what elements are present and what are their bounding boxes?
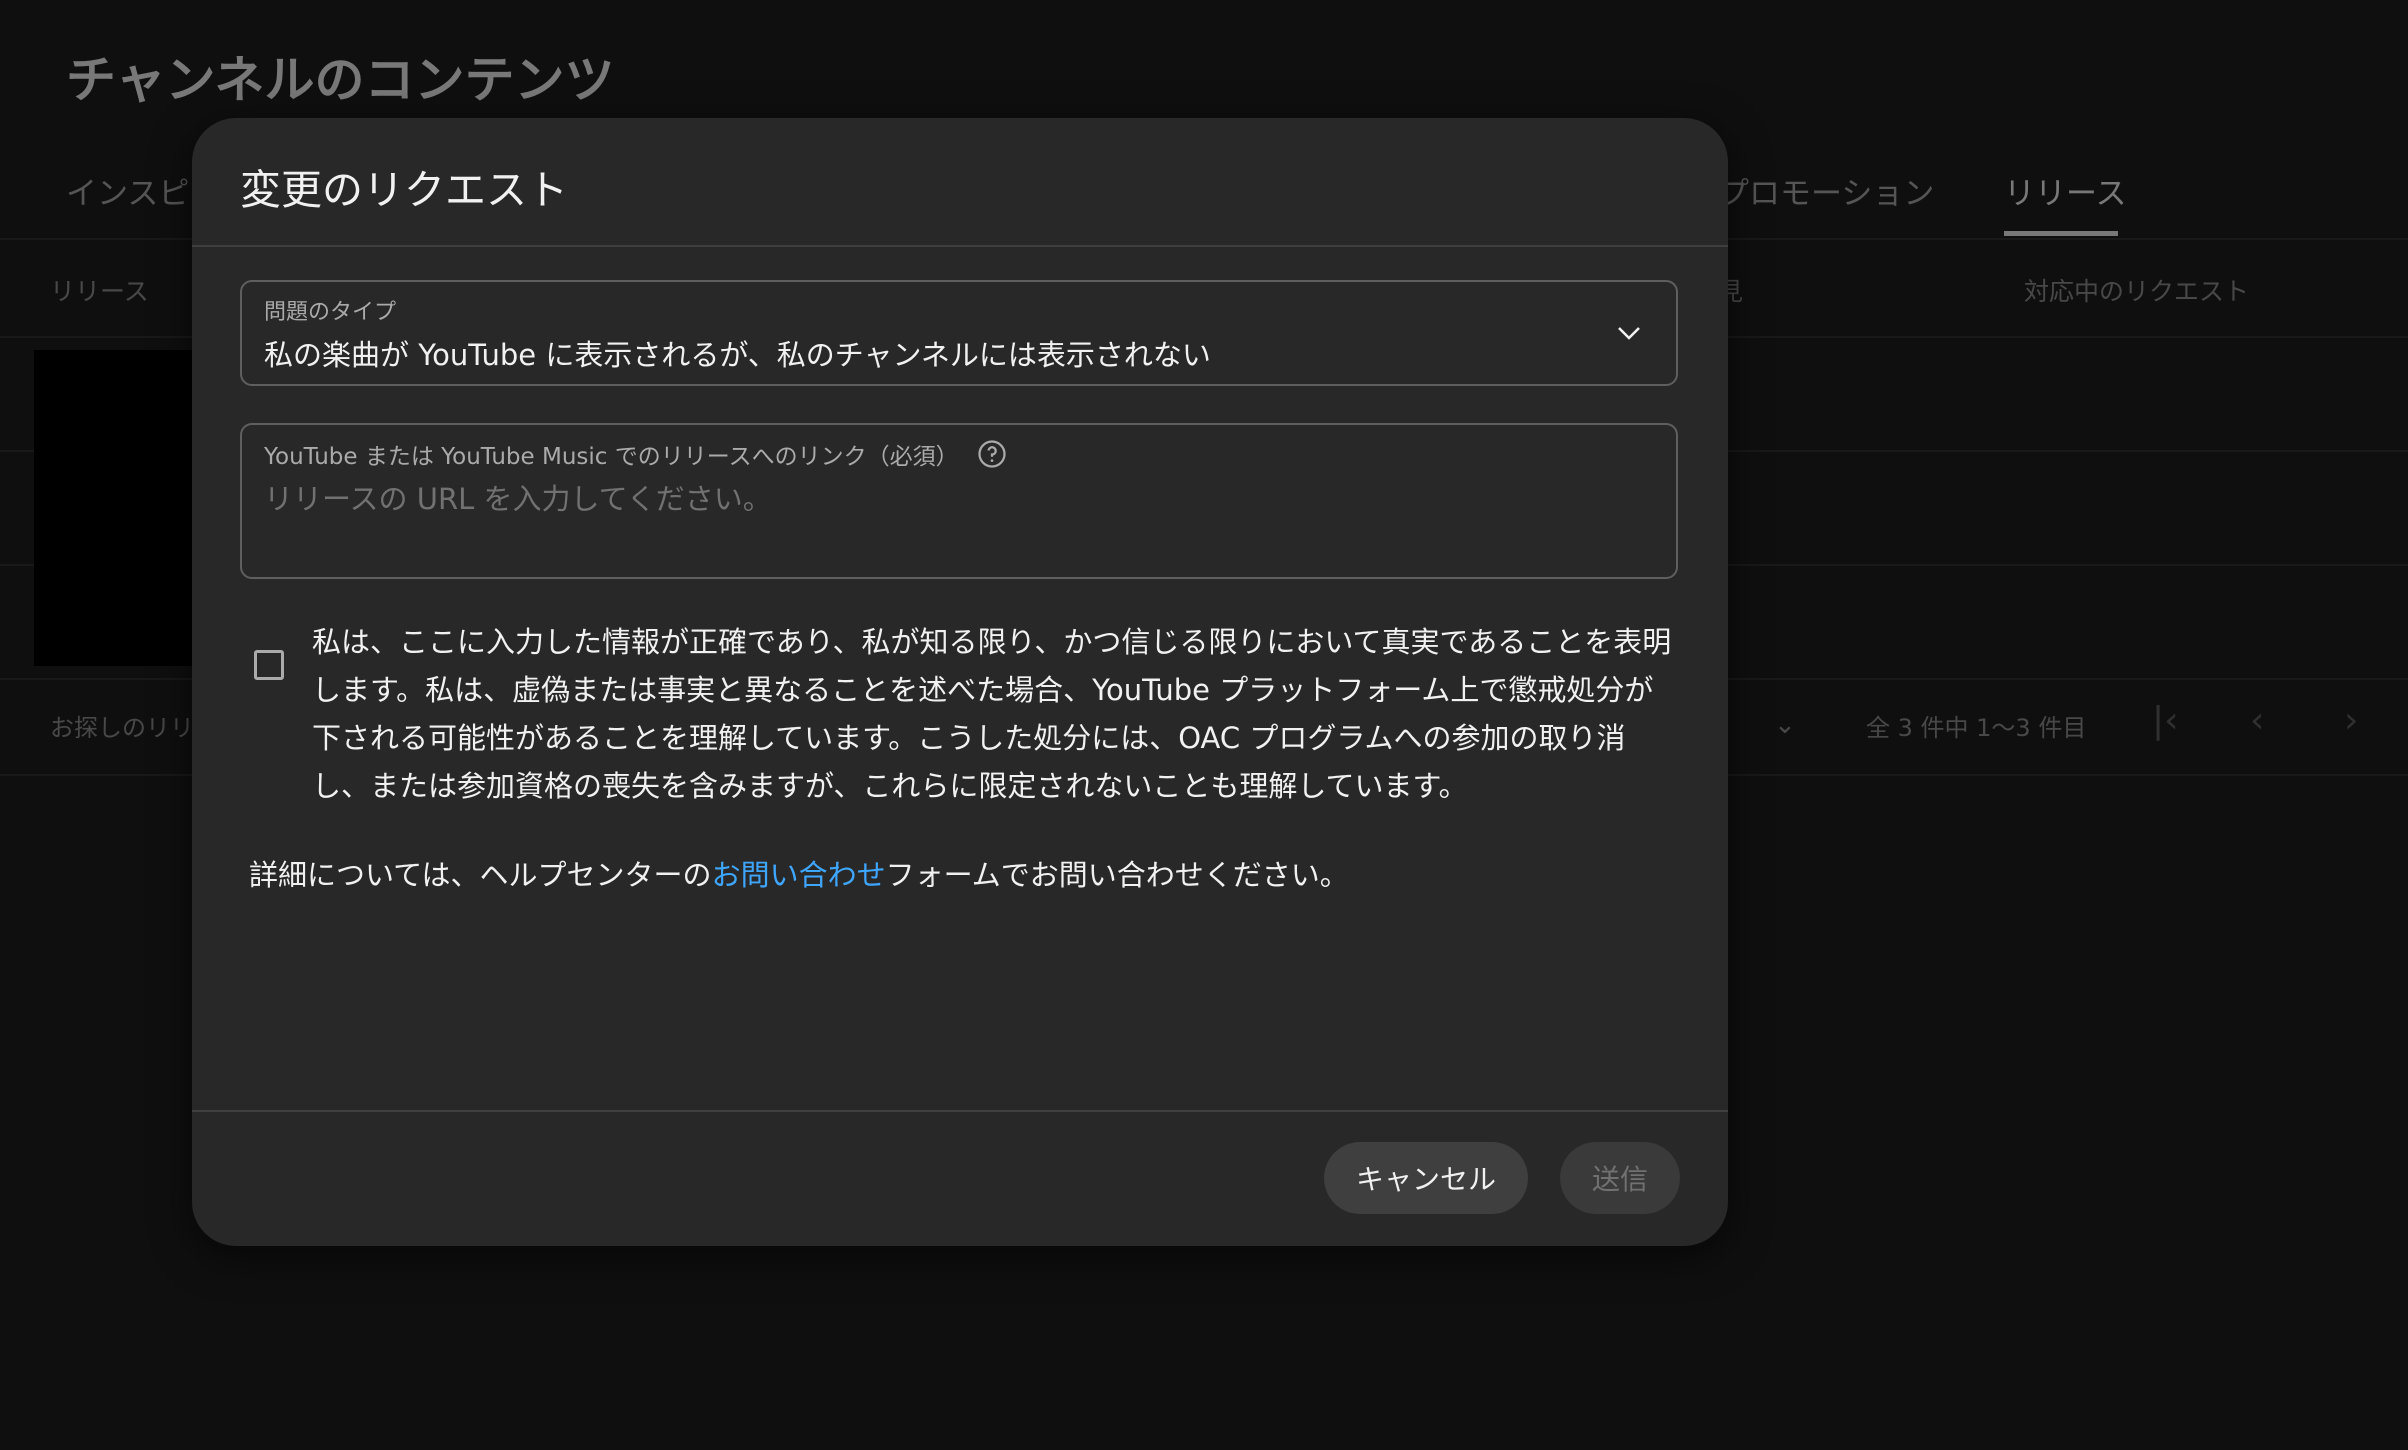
issue-type-label: 問題のタイプ [264,300,397,325]
channel-content-page: チャンネルのコンテンツ インスピ プロモーション リリース リリース 見 対応中… [0,0,2408,1450]
contact-us-link[interactable]: お問い合わせ [712,858,886,892]
dialog-title: 変更のリクエスト [240,166,568,214]
release-link-field[interactable]: YouTube または YouTube Music でのリリースへのリンク（必須… [240,423,1678,579]
dialog-header-divider [192,245,1728,247]
issue-type-select[interactable]: 問題のタイプ 私の楽曲が YouTube に表示されるが、私のチャンネルには表示… [240,280,1678,386]
issue-type-value: 私の楽曲が YouTube に表示されるが、私のチャンネルには表示されない [264,338,1211,372]
dialog-footer-divider [192,1110,1728,1112]
chevron-down-icon[interactable] [1614,318,1644,348]
release-link-label-row: YouTube または YouTube Music でのリリースへのリンク（必須… [264,437,1007,471]
consent-checkbox[interactable] [254,650,284,680]
help-center-text: 詳細については、ヘルプセンターのお問い合わせフォームでお問い合わせください。 [249,852,1349,894]
request-change-dialog: 変更のリクエスト 問題のタイプ 私の楽曲が YouTube に表示されるが、私の… [192,118,1728,1246]
cancel-button[interactable]: キャンセル [1324,1142,1528,1214]
help-text-suffix: フォームでお問い合わせください。 [885,858,1349,892]
submit-button[interactable]: 送信 [1560,1142,1680,1214]
release-link-label: YouTube または YouTube Music でのリリースへのリンク（必須… [264,444,959,470]
release-url-input[interactable] [264,477,1644,521]
consent-statement: 私は、ここに入力した情報が正確であり、私が知る限り、かつ信じる限りにおいて真実で… [312,625,1672,803]
help-text-prefix: 詳細については、ヘルプセンターの [249,858,712,892]
help-icon[interactable] [977,439,1007,469]
